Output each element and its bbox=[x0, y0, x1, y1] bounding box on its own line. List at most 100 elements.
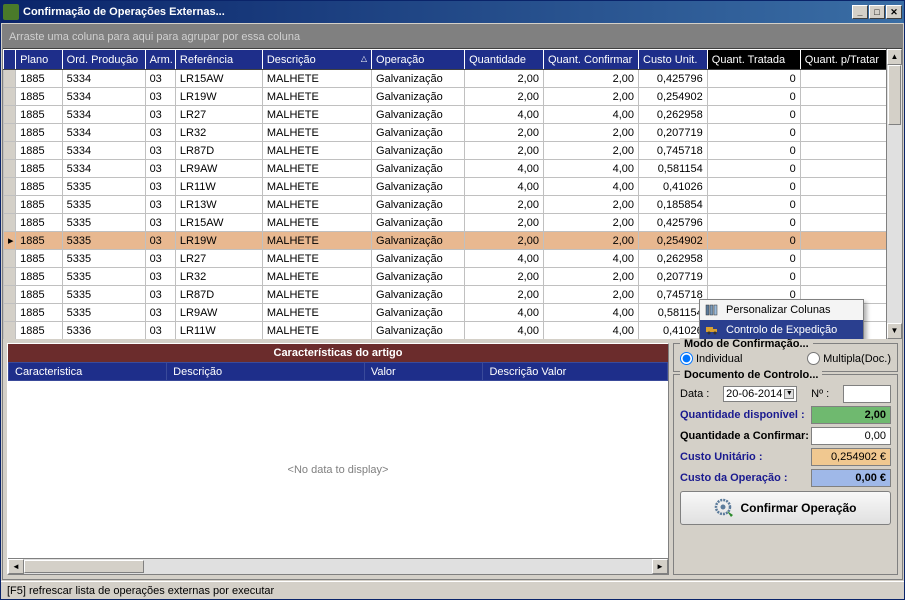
table-row[interactable]: 1885533503LR32MALHETEGalvanização2,002,0… bbox=[4, 268, 902, 286]
cell-custo[interactable]: 0,254902 bbox=[639, 88, 708, 106]
charac-col-value[interactable]: Valor bbox=[364, 363, 483, 381]
cell-arm[interactable]: 03 bbox=[145, 214, 175, 232]
cell-arm[interactable]: 03 bbox=[145, 160, 175, 178]
menu-personalize-columns[interactable]: Personalizar Colunas bbox=[700, 300, 863, 320]
cell-qtd[interactable]: 4,00 bbox=[465, 106, 544, 124]
cell-qtrat[interactable]: 0 bbox=[707, 106, 800, 124]
scrollbar-thumb[interactable] bbox=[888, 65, 901, 125]
cell-arm[interactable]: 03 bbox=[145, 70, 175, 88]
cell-plano[interactable]: 1885 bbox=[16, 196, 63, 214]
table-row[interactable]: 1885533503LR15AWMALHETEGalvanização2,002… bbox=[4, 214, 902, 232]
cell-ord[interactable]: 5335 bbox=[62, 304, 145, 322]
col-plano[interactable]: Plano bbox=[16, 50, 63, 70]
cell-oper[interactable]: Galvanização bbox=[372, 268, 465, 286]
col-ref[interactable]: Referência bbox=[175, 50, 262, 70]
cell-desc[interactable]: MALHETE bbox=[262, 232, 371, 250]
cell-qtd[interactable]: 2,00 bbox=[465, 70, 544, 88]
cell-desc[interactable]: MALHETE bbox=[262, 70, 371, 88]
maximize-button[interactable]: □ bbox=[869, 5, 885, 19]
cell-custo[interactable]: 0,745718 bbox=[639, 142, 708, 160]
cell-oper[interactable]: Galvanização bbox=[372, 214, 465, 232]
cell-ref[interactable]: LR32 bbox=[175, 268, 262, 286]
cell-qtd[interactable]: 4,00 bbox=[465, 250, 544, 268]
cell-arm[interactable]: 03 bbox=[145, 142, 175, 160]
cell-ref[interactable]: LR15AW bbox=[175, 70, 262, 88]
cell-qtrat[interactable]: 0 bbox=[707, 178, 800, 196]
cell-ref[interactable]: LR13W bbox=[175, 196, 262, 214]
cell-ord[interactable]: 5335 bbox=[62, 196, 145, 214]
cell-oper[interactable]: Galvanização bbox=[372, 286, 465, 304]
cell-qconf[interactable]: 2,00 bbox=[543, 268, 638, 286]
table-row[interactable]: ▸1885533503LR19WMALHETEGalvanização2,002… bbox=[4, 232, 902, 250]
cell-qtrat[interactable]: 0 bbox=[707, 70, 800, 88]
col-arm[interactable]: Arm. bbox=[145, 50, 175, 70]
cell-qconf[interactable]: 2,00 bbox=[543, 214, 638, 232]
cell-qconf[interactable]: 2,00 bbox=[543, 142, 638, 160]
cell-ref[interactable]: LR87D bbox=[175, 142, 262, 160]
cell-custo[interactable]: 0,262958 bbox=[639, 250, 708, 268]
cell-plano[interactable]: 1885 bbox=[16, 70, 63, 88]
cell-ord[interactable]: 5335 bbox=[62, 286, 145, 304]
cell-qtrat[interactable]: 0 bbox=[707, 232, 800, 250]
operations-grid[interactable]: Plano Ord. Produção Arm. Referência Desc… bbox=[3, 49, 902, 339]
col-qtrat[interactable]: Quant. Tratada bbox=[707, 50, 800, 70]
cell-oper[interactable]: Galvanização bbox=[372, 250, 465, 268]
cell-arm[interactable]: 03 bbox=[145, 250, 175, 268]
cell-qtd[interactable]: 2,00 bbox=[465, 214, 544, 232]
cell-qtd[interactable]: 4,00 bbox=[465, 304, 544, 322]
close-button[interactable]: ✕ bbox=[886, 5, 902, 19]
cell-plano[interactable]: 1885 bbox=[16, 232, 63, 250]
cell-plano[interactable]: 1885 bbox=[16, 214, 63, 232]
cell-qtd[interactable]: 2,00 bbox=[465, 286, 544, 304]
table-row[interactable]: 1885533403LR15AWMALHETEGalvanização2,002… bbox=[4, 70, 902, 88]
charac-col-desc[interactable]: Descrição bbox=[167, 363, 365, 381]
cell-desc[interactable]: MALHETE bbox=[262, 142, 371, 160]
cell-oper[interactable]: Galvanização bbox=[372, 70, 465, 88]
cell-plano[interactable]: 1885 bbox=[16, 142, 63, 160]
cell-ord[interactable]: 5334 bbox=[62, 70, 145, 88]
cell-ord[interactable]: 5334 bbox=[62, 160, 145, 178]
cell-custo[interactable]: 0,207719 bbox=[639, 268, 708, 286]
cell-oper[interactable]: Galvanização bbox=[372, 196, 465, 214]
cell-plano[interactable]: 1885 bbox=[16, 160, 63, 178]
cell-qtd[interactable]: 2,00 bbox=[465, 142, 544, 160]
cell-oper[interactable]: Galvanização bbox=[372, 142, 465, 160]
cell-qtrat[interactable]: 0 bbox=[707, 196, 800, 214]
cell-ref[interactable]: LR15AW bbox=[175, 214, 262, 232]
col-qtd[interactable]: Quantidade bbox=[465, 50, 544, 70]
cell-ref[interactable]: LR9AW bbox=[175, 304, 262, 322]
cell-qconf[interactable]: 4,00 bbox=[543, 160, 638, 178]
col-oper[interactable]: Operação bbox=[372, 50, 465, 70]
cell-qtd[interactable]: 2,00 bbox=[465, 196, 544, 214]
titlebar[interactable]: Confirmação de Operações Externas... _ □… bbox=[1, 1, 904, 23]
table-row[interactable]: 1885533403LR27MALHETEGalvanização4,004,0… bbox=[4, 106, 902, 124]
cell-plano[interactable]: 1885 bbox=[16, 124, 63, 142]
cell-custo[interactable]: 0,581154 bbox=[639, 160, 708, 178]
cell-ord[interactable]: 5335 bbox=[62, 268, 145, 286]
cell-qconf[interactable]: 4,00 bbox=[543, 178, 638, 196]
cell-custo[interactable]: 0,745718 bbox=[639, 286, 708, 304]
cell-qconf[interactable]: 4,00 bbox=[543, 106, 638, 124]
cell-desc[interactable]: MALHETE bbox=[262, 322, 371, 340]
cell-oper[interactable]: Galvanização bbox=[372, 232, 465, 250]
cell-ref[interactable]: LR9AW bbox=[175, 160, 262, 178]
cell-qtd[interactable]: 2,00 bbox=[465, 88, 544, 106]
cell-custo[interactable]: 0,425796 bbox=[639, 214, 708, 232]
cell-custo[interactable]: 0,207719 bbox=[639, 124, 708, 142]
cell-desc[interactable]: MALHETE bbox=[262, 304, 371, 322]
cell-desc[interactable]: MALHETE bbox=[262, 214, 371, 232]
cell-qtrat[interactable]: 0 bbox=[707, 124, 800, 142]
cell-custo[interactable]: 0,41026 bbox=[639, 322, 708, 340]
cell-qtrat[interactable]: 0 bbox=[707, 250, 800, 268]
charac-col-valdesc[interactable]: Descrição Valor bbox=[483, 363, 668, 381]
radio-multipla[interactable] bbox=[807, 352, 820, 365]
confirm-button[interactable]: Confirmar Operação bbox=[680, 491, 891, 525]
cell-ref[interactable]: LR27 bbox=[175, 106, 262, 124]
cell-plano[interactable]: 1885 bbox=[16, 88, 63, 106]
charac-col-name[interactable]: Caracteristica bbox=[9, 363, 167, 381]
cell-ord[interactable]: 5334 bbox=[62, 88, 145, 106]
cell-ord[interactable]: 5334 bbox=[62, 142, 145, 160]
hscroll-thumb[interactable] bbox=[24, 560, 144, 573]
table-row[interactable]: 1885533503LR27MALHETEGalvanização4,004,0… bbox=[4, 250, 902, 268]
cell-arm[interactable]: 03 bbox=[145, 178, 175, 196]
